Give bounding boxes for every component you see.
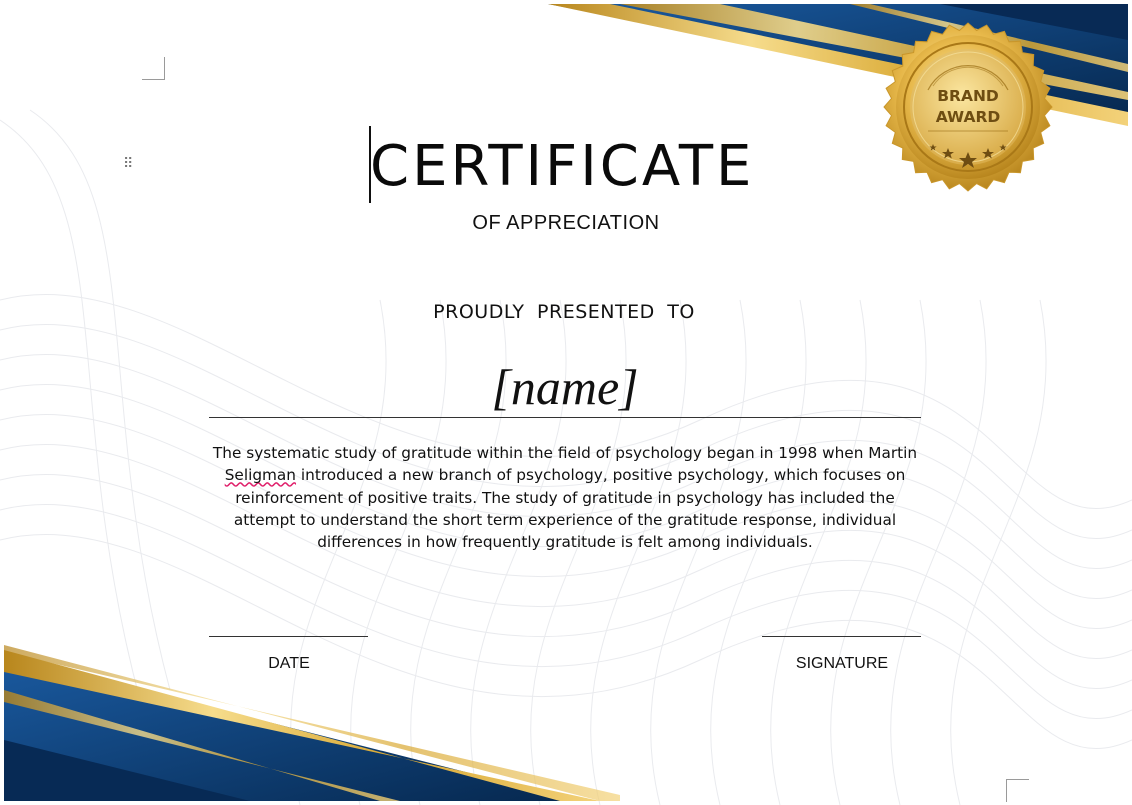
drag-handle-icon[interactable]: ⠿	[123, 156, 133, 170]
crop-mark-top-left	[142, 57, 165, 80]
name-underline	[209, 417, 921, 418]
presented-to-heading[interactable]: PROUDLY PRESENTED TO	[0, 301, 1128, 323]
date-line	[209, 636, 368, 637]
badge-line-brand: BRAND	[937, 87, 999, 105]
badge-text: BRAND AWARD	[917, 86, 1019, 128]
signature-line	[762, 636, 921, 637]
date-label[interactable]: DATE	[189, 655, 389, 673]
certificate-subtitle[interactable]: OF APPRECIATION	[0, 212, 1132, 235]
signature-label[interactable]: SIGNATURE	[742, 655, 942, 673]
certificate-page: ⠿ CERTIFICATE OF APPRECIATION PROUDLY PR…	[0, 0, 1132, 805]
body-text-end: introduced a new branch of psychology, p…	[233, 466, 906, 552]
body-text-start: The systematic study of gratitude within…	[212, 444, 918, 462]
spelling-flagged-word[interactable]: Seligman	[225, 466, 296, 484]
crop-mark-bottom-right	[1006, 779, 1029, 802]
certificate-body-text[interactable]: The systematic study of gratitude within…	[205, 442, 925, 553]
certificate-title[interactable]: CERTIFICATE	[370, 132, 760, 202]
badge-line-award: AWARD	[935, 108, 1001, 126]
recipient-name-placeholder[interactable]: [name]	[0, 352, 1130, 422]
